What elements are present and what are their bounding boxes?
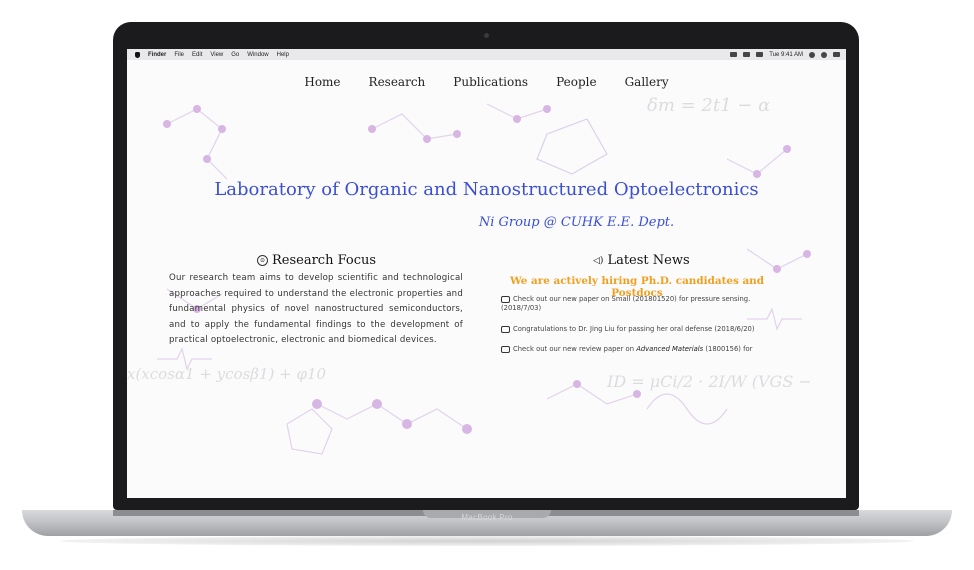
menubar-status-area: Tue 9:41 AM (730, 49, 840, 60)
menubar-clock[interactable]: Tue 9:41 AM (769, 52, 803, 58)
news-item[interactable]: Check out our new paper on Small (201801… (501, 295, 777, 313)
news-icon (501, 325, 510, 333)
camera-icon (484, 33, 489, 38)
wifi-icon[interactable] (730, 52, 738, 57)
nav-publications[interactable]: Publications (439, 75, 542, 89)
news-text-suffix: (1800156) for (703, 345, 753, 353)
page-title: Laboratory of Organic and Nanostructured… (214, 179, 759, 200)
latest-news-heading: ◁) Latest News (593, 253, 690, 268)
news-item[interactable]: Congratulations to Dr. Jing Liu for pass… (501, 325, 777, 334)
nav-research[interactable]: Research (355, 75, 440, 89)
macos-menubar: Finder File Edit View Go Window Help Tue… (127, 49, 846, 60)
research-focus-heading: ⊙ Research Focus (257, 253, 376, 268)
menubar-item-go[interactable]: Go (231, 52, 239, 58)
equation-top-right: δm = 2t1 − α (647, 95, 770, 116)
news-icon (501, 345, 510, 353)
news-icon (501, 295, 510, 303)
journal-name[interactable]: Advanced Materials (636, 345, 703, 353)
siri-icon[interactable] (821, 51, 827, 58)
menubar-item-edit[interactable]: Edit (192, 52, 202, 58)
nav-people[interactable]: People (542, 75, 610, 89)
research-focus-text: Our research team aims to develop scient… (169, 273, 463, 346)
menubar-item-view[interactable]: View (210, 52, 223, 58)
nav-home[interactable]: Home (290, 75, 354, 89)
equation-bottom-left: x(xcosα1 + ycosβ1) + φ10 (127, 365, 326, 383)
screen: δm = 2t1 − α x(xcosα1 + ycosβ1) + φ10 ID… (127, 49, 846, 498)
battery-icon[interactable] (756, 52, 764, 57)
notification-center-icon[interactable] (833, 52, 840, 57)
equation-bottom-right: ID = μCi/2 · 2I/W (VGS − (606, 372, 812, 391)
news-text: Check out our new paper on Small (201801… (501, 295, 751, 312)
menubar-item-window[interactable]: Window (247, 52, 268, 58)
menubar-item-file[interactable]: File (174, 52, 184, 58)
news-text: Congratulations to Dr. Jing Liu for pass… (513, 325, 755, 333)
apple-icon[interactable] (135, 51, 140, 58)
search-icon[interactable] (809, 51, 815, 58)
menubar-app-name[interactable]: Finder (148, 52, 166, 58)
flask-icon: ⊙ (257, 255, 268, 266)
site-nav: Home Research Publications People Galler… (127, 75, 846, 89)
news-text-prefix: Check out our new review paper on (513, 345, 637, 353)
speaker-icon: ◁) (593, 255, 604, 266)
airplay-icon[interactable] (743, 52, 751, 57)
news-item[interactable]: Check out our new review paper on Advanc… (501, 345, 777, 354)
device-brand: MacBook Pro (461, 513, 513, 522)
laptop-shadow (60, 536, 914, 546)
menubar-item-help[interactable]: Help (277, 52, 289, 58)
research-focus-title: Research Focus (272, 253, 377, 268)
page-subtitle: Ni Group @ CUHK E.E. Dept. (478, 215, 675, 230)
nav-gallery[interactable]: Gallery (611, 75, 683, 89)
latest-news-title: Latest News (607, 253, 690, 268)
